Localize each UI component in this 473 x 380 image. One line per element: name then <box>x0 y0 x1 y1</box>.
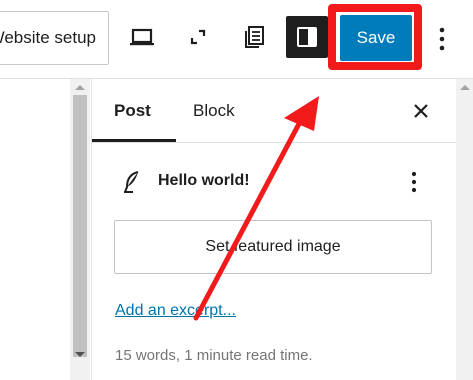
read-time-text: 15 words, 1 minute read time. <box>115 347 313 364</box>
laptop-icon[interactable] <box>127 22 157 52</box>
sidebar-tabs: Post Block <box>92 79 456 143</box>
tab-post[interactable]: Post <box>114 79 151 142</box>
settings-toggle-button[interactable] <box>286 16 328 58</box>
set-featured-image-button[interactable]: Set featured image <box>114 220 432 274</box>
feather-icon <box>122 171 142 193</box>
canvas-scrollbar[interactable] <box>70 79 90 380</box>
sidebar-scrollbar[interactable] <box>456 79 473 380</box>
scrollbar-thumb[interactable] <box>73 95 87 357</box>
more-vertical-icon[interactable] <box>432 25 452 53</box>
tab-block[interactable]: Block <box>193 79 235 142</box>
sidebar-toggle-icon <box>297 27 317 47</box>
save-button[interactable]: Save <box>340 15 412 61</box>
close-icon[interactable] <box>413 103 429 119</box>
editor-toolbar: Website setup <box>0 0 473 79</box>
scroll-down-arrow-icon[interactable] <box>75 352 85 357</box>
website-setup-button[interactable]: Website setup <box>0 11 109 65</box>
settings-sidebar: Post Block Hello world! Set featured ima… <box>91 79 456 380</box>
post-title: Hello world! <box>158 172 250 189</box>
editor-window: Website setup <box>0 0 473 380</box>
more-vertical-icon[interactable] <box>408 170 420 196</box>
scroll-up-arrow-icon[interactable] <box>460 85 470 90</box>
fullscreen-icon[interactable] <box>183 22 213 52</box>
add-excerpt-link[interactable]: Add an excerpt... <box>115 302 236 320</box>
scroll-up-arrow-icon[interactable] <box>75 85 85 90</box>
active-tab-indicator <box>92 139 176 142</box>
editor-canvas <box>0 79 70 380</box>
document-outline-icon[interactable] <box>240 22 270 52</box>
